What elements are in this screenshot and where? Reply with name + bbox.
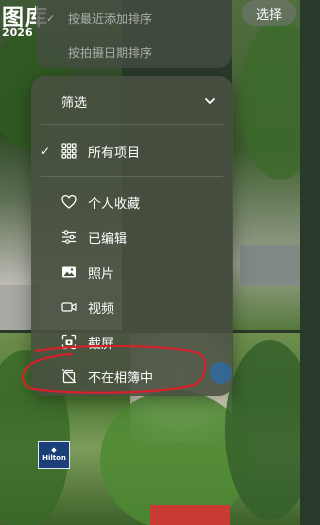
divider [41, 176, 223, 177]
divider [41, 124, 223, 125]
filter-item-label: 照片 [88, 266, 115, 282]
filter-item-favorites[interactable]: 个人收藏 [31, 187, 233, 217]
filter-item-label: 个人收藏 [88, 196, 141, 212]
filter-item-all[interactable]: ✓ 所有项目 [31, 136, 233, 166]
filter-item-label: 截屏 [88, 336, 115, 352]
filter-menu-header[interactable]: 筛选 [31, 86, 233, 116]
video-icon [61, 302, 77, 312]
checkmark-icon: ✓ [46, 11, 56, 25]
filter-item-photos[interactable]: 照片 [31, 257, 233, 287]
red-banner [150, 505, 230, 525]
filter-item-label: 视频 [88, 301, 115, 317]
grid-icon [61, 143, 77, 159]
sort-item-label: 按拍摄日期排序 [68, 45, 153, 60]
filter-item-edited[interactable]: 已编辑 [31, 222, 233, 252]
filter-item-not-in-album[interactable]: 不在相簿中 [31, 361, 233, 391]
filter-item-label: 不在相簿中 [88, 370, 154, 386]
sort-item-date-taken[interactable]: 按拍摄日期排序 [36, 38, 232, 66]
select-button[interactable]: 选择 [242, 0, 296, 26]
heart-icon [61, 194, 77, 209]
filter-item-label: 所有项目 [88, 145, 141, 161]
sort-item-recently-added[interactable]: ✓ 按最近添加排序 [36, 4, 232, 32]
indicator-dot [210, 362, 232, 384]
hotel-logo-icon: ◆ [51, 446, 57, 454]
sort-item-label: 按最近添加排序 [68, 11, 153, 26]
filter-item-screenshots[interactable]: 截屏 [31, 327, 233, 357]
filter-item-videos[interactable]: 视频 [31, 292, 233, 322]
not-in-album-icon [61, 368, 77, 384]
parked-bikes [240, 245, 300, 285]
filter-menu-title: 筛选 [61, 95, 88, 111]
sort-menu: ✓ 按最近添加排序 按拍摄日期排序 [36, 0, 232, 68]
filter-item-label: 已编辑 [88, 231, 128, 247]
photo-icon [62, 266, 76, 278]
checkmark-icon: ✓ [40, 144, 51, 158]
chevron-down-icon [205, 98, 215, 104]
hilton-sign-text: Hilton [42, 454, 66, 462]
hilton-sign: ◆ Hilton [38, 441, 70, 469]
sliders-icon [61, 230, 77, 244]
screenshot-icon [61, 334, 77, 350]
year-label: 2026 [2, 26, 33, 39]
filter-menu: 筛选 ✓ 所有项目 个人收藏 已编辑 照片 视频 截屏 不在相簿中 [31, 76, 233, 396]
